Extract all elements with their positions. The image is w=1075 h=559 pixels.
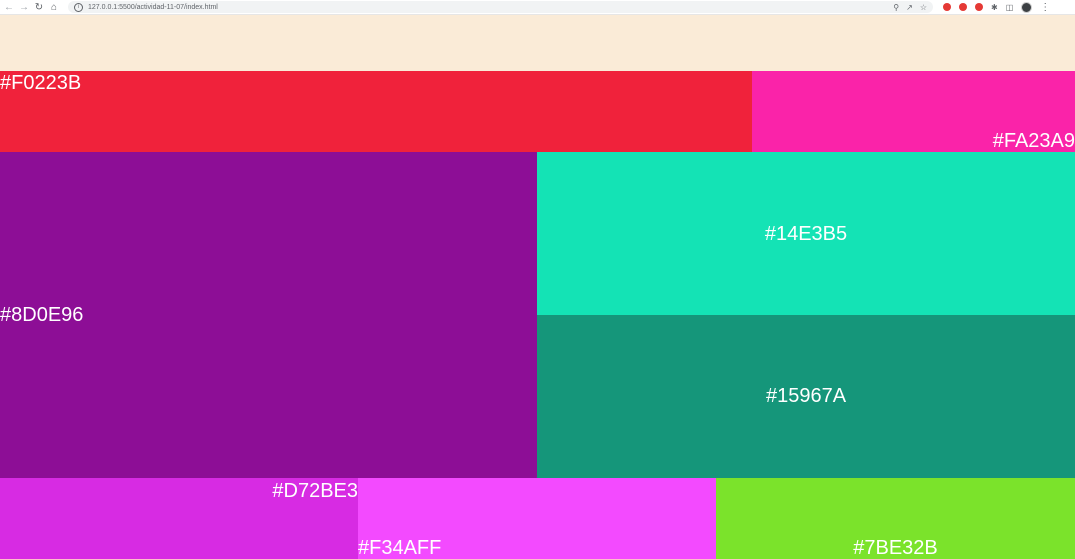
header-block — [0, 15, 1075, 71]
color-label: #14E3B5 — [764, 223, 848, 245]
color-label: #F34AFF — [358, 537, 442, 559]
color-label: #FA23A9 — [992, 130, 1075, 152]
browser-toolbar: ← → ↻ ⌂ i 127.0.0.1:5500/actividad-11-07… — [0, 0, 1075, 15]
adblock-extension-icon[interactable] — [943, 3, 951, 11]
side-panel-icon[interactable]: ◫ — [1006, 3, 1014, 12]
address-bar[interactable]: i 127.0.0.1:5500/actividad-11-07/index.h… — [68, 1, 933, 13]
zoom-icon[interactable]: ⚲ — [893, 3, 899, 12]
profile-avatar[interactable] — [1021, 1, 1033, 13]
color-block-7be32b: #7BE32B — [716, 478, 1075, 559]
color-block-8d0e96: #8D0E96 — [0, 152, 537, 478]
bookmark-star-icon[interactable]: ☆ — [920, 3, 927, 12]
color-block-15967a: #15967A — [537, 315, 1075, 478]
color-block-14e3b5: #14E3B5 — [537, 152, 1075, 315]
color-label: #F0223B — [0, 72, 82, 94]
url-text: 127.0.0.1:5500/actividad-11-07/index.htm… — [88, 3, 218, 11]
color-label: #D72BE3 — [272, 480, 358, 502]
opera-extension-icon[interactable] — [959, 3, 967, 11]
color-block-d72be3: #D72BE3 — [0, 478, 358, 559]
extension-icon[interactable] — [975, 3, 983, 11]
reload-icon[interactable]: ↻ — [33, 1, 45, 13]
home-icon[interactable]: ⌂ — [48, 1, 60, 13]
color-block-f0223b: #F0223B — [0, 71, 752, 152]
extensions-puzzle-icon[interactable]: ✱ — [991, 3, 998, 12]
color-block-f34aff: #F34AFF — [358, 478, 716, 559]
color-block-fa23a9: #FA23A9 — [752, 71, 1075, 152]
color-label: #7BE32B — [853, 537, 938, 559]
share-icon[interactable]: ↗ — [906, 3, 913, 12]
color-label: #15967A — [765, 385, 847, 407]
menu-dots-icon[interactable]: ⋮ — [1040, 2, 1050, 13]
color-label: #8D0E96 — [0, 304, 84, 326]
back-arrow-icon[interactable]: ← — [3, 1, 15, 13]
forward-arrow-icon[interactable]: → — [18, 1, 30, 13]
site-info-icon[interactable]: i — [74, 2, 83, 12]
